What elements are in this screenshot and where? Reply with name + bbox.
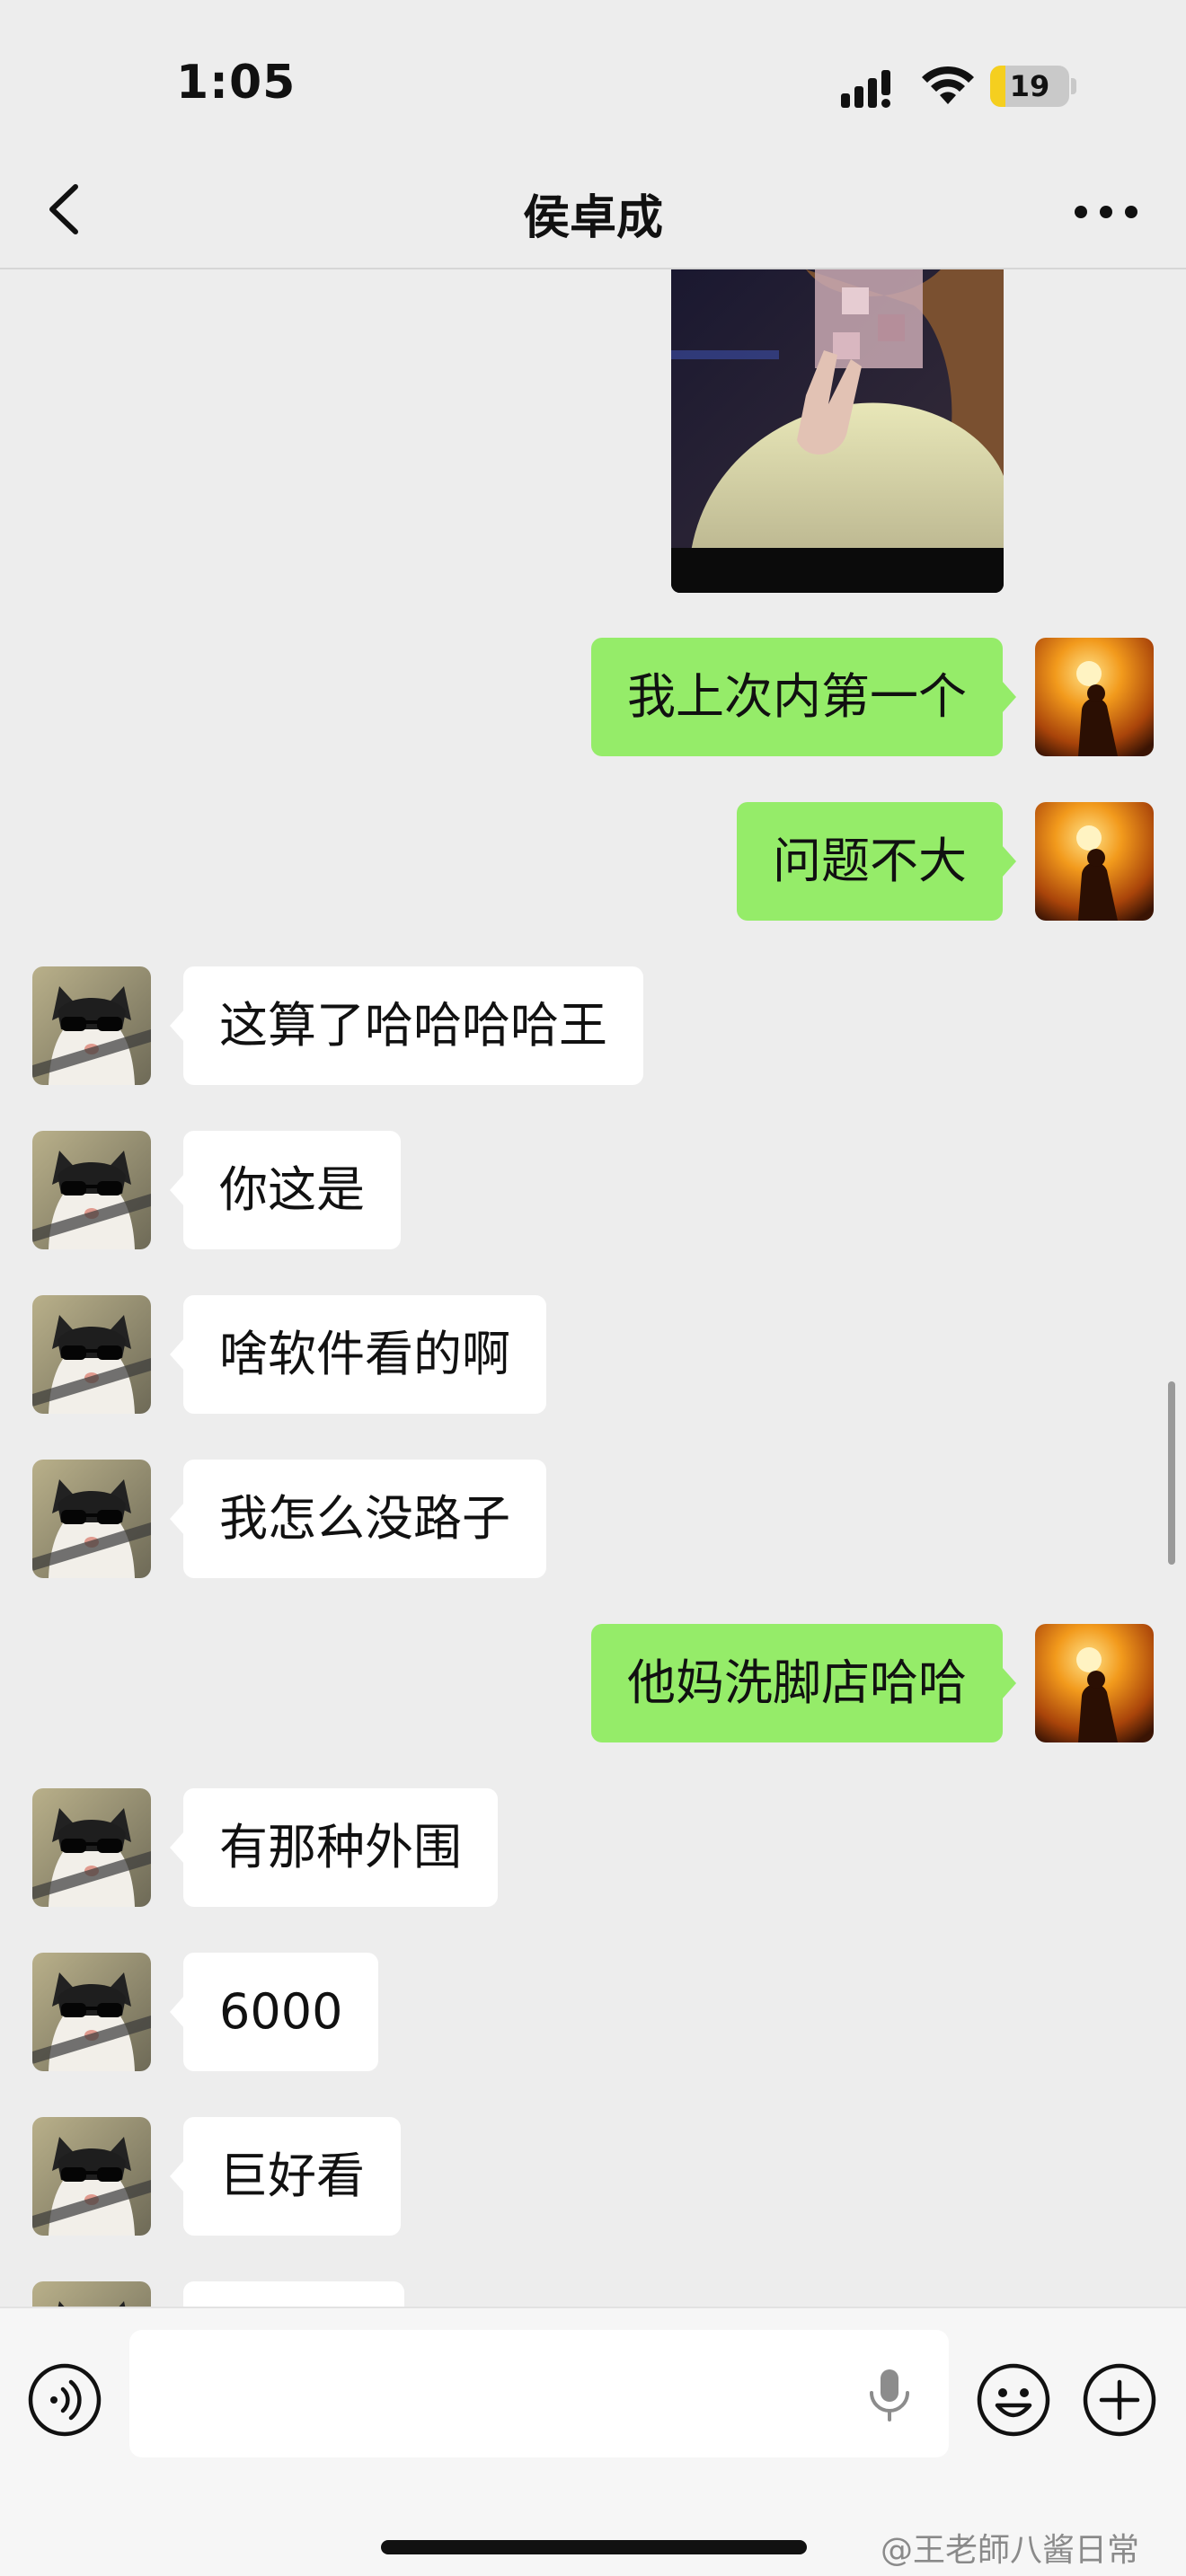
incoming-message-partial <box>0 2281 1186 2307</box>
photo-thumbnail <box>671 269 1004 593</box>
message-bubble[interactable]: 问题不大 <box>737 802 1016 921</box>
contact-avatar[interactable] <box>32 1295 151 1414</box>
message-bubble[interactable]: 啥软件看的啊 <box>170 1295 546 1414</box>
cellular-signal-icon <box>841 70 890 108</box>
message-bubble[interactable]: 他妈洗脚店哈哈 <box>591 1624 1016 1742</box>
incoming-message: 巨好看 <box>0 2117 1186 2236</box>
chevron-left-icon[interactable] <box>36 178 99 241</box>
voice-wave-icon[interactable] <box>27 2362 102 2438</box>
contact-avatar[interactable] <box>32 966 151 1085</box>
message-bubble[interactable]: 我上次内第一个 <box>591 638 1016 756</box>
self-avatar[interactable] <box>1035 802 1154 921</box>
incoming-message: 我怎么没路子 <box>0 1460 1186 1578</box>
outgoing-message: 他妈洗脚店哈哈 <box>0 1624 1186 1742</box>
contact-avatar[interactable] <box>32 2281 151 2307</box>
outgoing-message: 我上次内第一个 <box>0 638 1186 756</box>
contact-avatar[interactable] <box>32 1460 151 1578</box>
watermark: @王老師八酱日常 <box>881 2532 1140 2569</box>
incoming-message: 6000 <box>0 1953 1186 2071</box>
contact-avatar[interactable] <box>32 1788 151 1907</box>
message-bubble[interactable] <box>183 2281 404 2307</box>
ellipsis-icon[interactable] <box>1066 185 1146 239</box>
smiley-icon[interactable] <box>976 2362 1051 2438</box>
battery-level: 19 <box>1009 69 1050 103</box>
message-bubble[interactable]: 6000 <box>169 1953 379 2071</box>
incoming-message: 啥软件看的啊 <box>0 1295 1186 1414</box>
incoming-message: 你这是 <box>0 1131 1186 1249</box>
image-message[interactable] <box>671 269 1004 593</box>
contact-avatar[interactable] <box>32 1131 151 1249</box>
self-avatar[interactable] <box>1035 638 1154 756</box>
battery-indicator: 19 <box>990 66 1076 107</box>
message-bubble[interactable]: 这算了哈哈哈哈王 <box>170 966 643 1085</box>
message-list[interactable]: 我上次内第一个问题不大 这算了哈哈哈哈王 你这是啥软件看的啊 我怎么没路子 他妈洗脚店哈… <box>0 269 1186 2307</box>
message-bubble[interactable]: 你这是 <box>170 1131 401 1249</box>
status-bar: 1:05 19 <box>0 0 1186 153</box>
incoming-message: 有那种外围 <box>0 1788 1186 1907</box>
microphone-icon[interactable] <box>864 2368 915 2422</box>
contact-avatar[interactable] <box>32 2117 151 2236</box>
home-indicator[interactable] <box>381 2540 807 2554</box>
input-bar: @王老師八酱日常 <box>0 2307 1186 2576</box>
contact-avatar[interactable] <box>32 1953 151 2071</box>
status-time: 1:05 <box>176 56 296 110</box>
message-bubble[interactable]: 我怎么没路子 <box>170 1460 546 1578</box>
plus-circle-icon[interactable] <box>1082 2362 1157 2438</box>
outgoing-message: 问题不大 <box>0 802 1186 921</box>
incoming-message: 这算了哈哈哈哈王 <box>0 966 1186 1085</box>
wifi-icon <box>922 66 974 104</box>
message-input[interactable] <box>129 2330 949 2457</box>
scroll-indicator[interactable] <box>1168 1381 1175 1565</box>
self-avatar[interactable] <box>1035 1624 1154 1742</box>
message-bubble[interactable]: 有那种外围 <box>170 1788 498 1907</box>
chat-header: 侯卓成 <box>0 153 1186 269</box>
chat-title: 侯卓成 <box>522 191 663 245</box>
message-bubble[interactable]: 巨好看 <box>170 2117 401 2236</box>
